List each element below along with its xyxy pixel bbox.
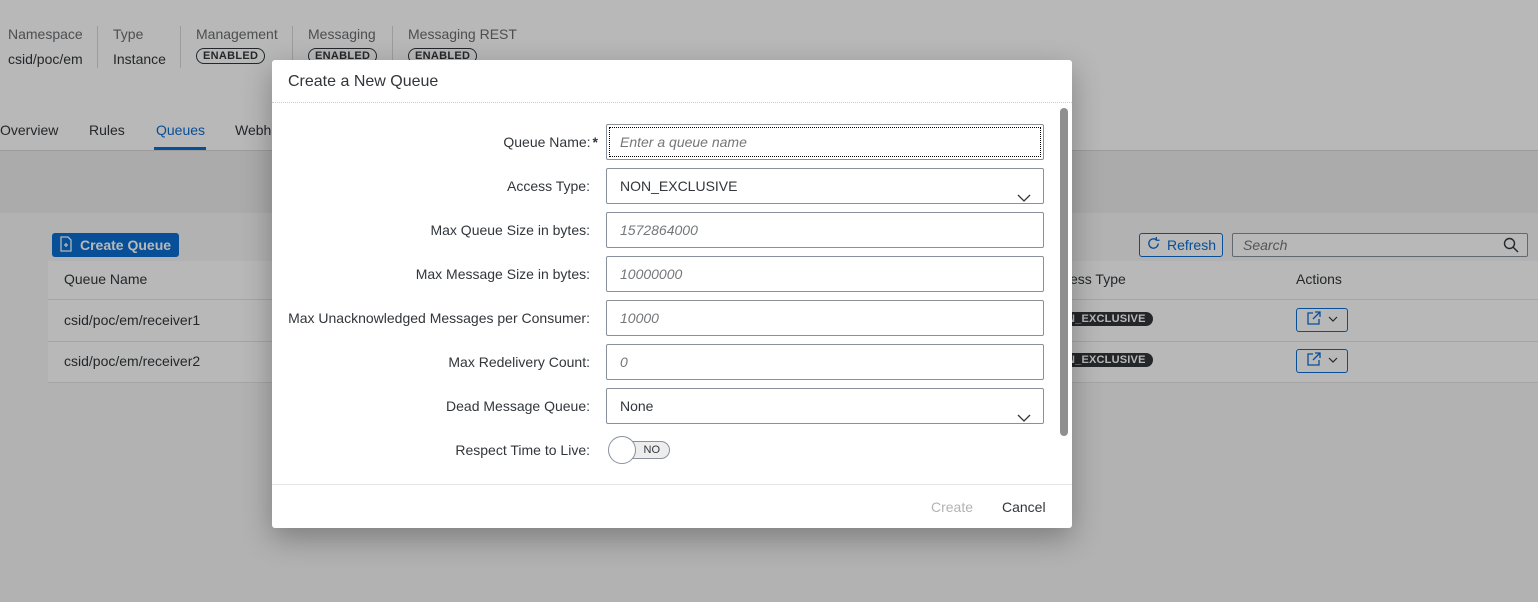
dialog-title: Create a New Queue xyxy=(272,60,1072,103)
dialog-scrollbar[interactable] xyxy=(1060,108,1068,436)
respect-ttl-row: Respect Time to Live: NO xyxy=(272,432,1052,468)
dead-message-queue-value: None xyxy=(620,398,654,414)
chevron-down-icon xyxy=(1017,181,1031,215)
create-queue-dialog: Create a New Queue Queue Name: * Enter a … xyxy=(272,60,1072,528)
dead-message-queue-label: Dead Message Queue: xyxy=(446,398,590,414)
chevron-down-icon xyxy=(1017,401,1031,435)
queue-name-row: Queue Name: * Enter a queue name xyxy=(272,124,1052,160)
max-message-size-row: Max Message Size in bytes: 10000000 xyxy=(272,256,1052,292)
cancel-button[interactable]: Cancel xyxy=(1002,499,1046,515)
max-unacked-row: Max Unacknowledged Messages per Consumer… xyxy=(272,300,1052,336)
max-unacked-label: Max Unacknowledged Messages per Consumer… xyxy=(288,310,590,326)
queue-name-label: Queue Name: * xyxy=(503,134,598,150)
respect-ttl-switch[interactable]: NO xyxy=(608,436,672,464)
access-type-value: NON_EXCLUSIVE xyxy=(620,178,738,194)
dead-message-queue-select[interactable]: None xyxy=(606,388,1044,424)
switch-knob xyxy=(608,436,636,464)
max-unacked-input[interactable]: 10000 xyxy=(606,300,1044,336)
respect-ttl-label: Respect Time to Live: xyxy=(455,442,590,458)
max-redelivery-row: Max Redelivery Count: 0 xyxy=(272,344,1052,380)
dialog-body: Queue Name: * Enter a queue name Access T… xyxy=(272,104,1072,484)
access-type-label: Access Type: xyxy=(506,178,590,194)
max-queue-size-row: Max Queue Size in bytes: 1572864000 xyxy=(272,212,1052,248)
max-queue-size-label: Max Queue Size in bytes: xyxy=(430,222,590,238)
access-type-select[interactable]: NON_EXCLUSIVE xyxy=(606,168,1044,204)
max-message-size-input[interactable]: 10000000 xyxy=(606,256,1044,292)
max-queue-size-input[interactable]: 1572864000 xyxy=(606,212,1044,248)
switch-state-text: NO xyxy=(643,444,661,456)
max-message-size-label: Max Message Size in bytes: xyxy=(415,266,590,282)
dead-message-queue-row: Dead Message Queue: None xyxy=(272,388,1052,424)
access-type-row: Access Type: NON_EXCLUSIVE xyxy=(272,168,1052,204)
max-redelivery-label: Max Redelivery Count: xyxy=(448,354,590,370)
create-button[interactable]: Create xyxy=(931,499,973,515)
required-marker: * xyxy=(592,134,598,150)
dialog-footer: Create Cancel xyxy=(272,484,1072,528)
queue-name-input[interactable]: Enter a queue name xyxy=(606,124,1044,160)
max-redelivery-input[interactable]: 0 xyxy=(606,344,1044,380)
